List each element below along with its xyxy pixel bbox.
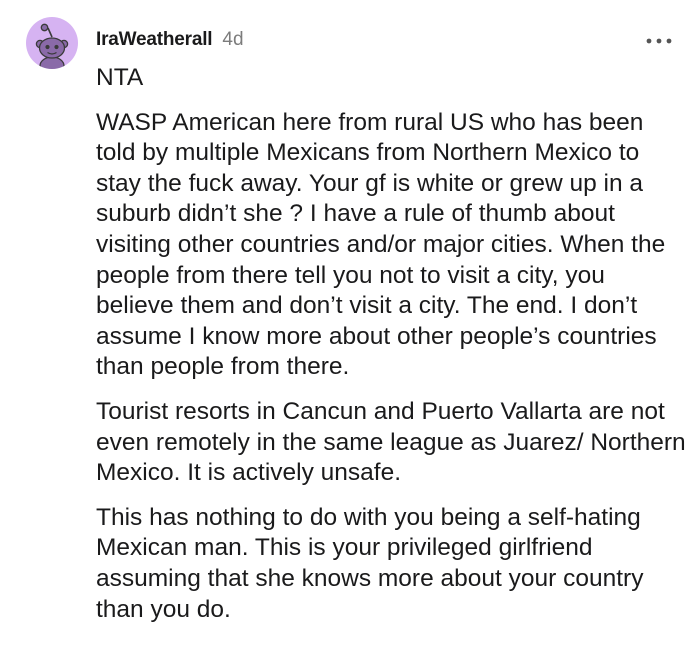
username-link[interactable]: IraWeatherall xyxy=(96,29,213,51)
comment-timestamp: 4d xyxy=(222,29,244,50)
comment-paragraph: WASP American here from rural US who has… xyxy=(96,108,666,381)
comment-paragraph: NTA xyxy=(96,64,144,91)
snoo-avatar-icon xyxy=(35,23,69,69)
comment-body: NTA WASP American here from rural US who… xyxy=(96,63,686,639)
comment-paragraph: Tourist resorts in Cancun and Puerto Val… xyxy=(96,397,686,487)
comment-paragraph: This has nothing to do with you being a … xyxy=(96,503,644,623)
comment-meta: IraWeatherall 4d xyxy=(96,29,244,51)
more-horizontal-icon[interactable] xyxy=(646,36,672,46)
avatar[interactable] xyxy=(26,17,78,69)
comment: IraWeatherall 4d NTA WASP American here … xyxy=(0,0,700,646)
